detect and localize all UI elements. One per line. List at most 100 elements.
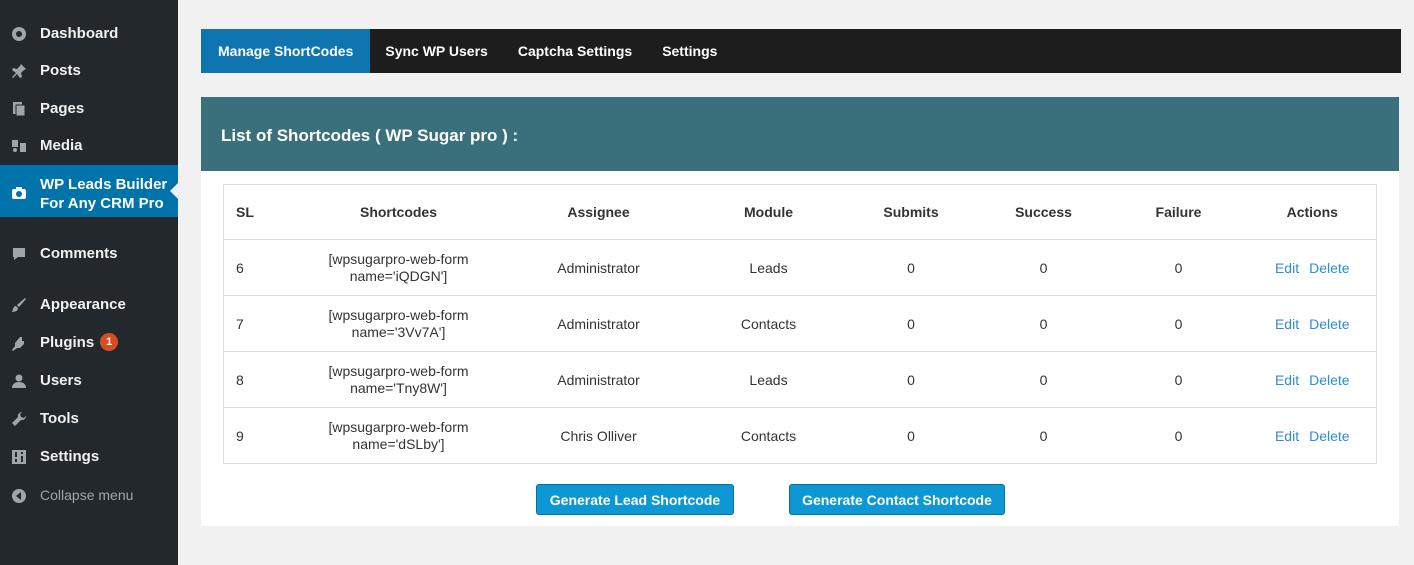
shortcode-line: name='Tny8W'] bbox=[350, 379, 447, 396]
row-module: Contacts bbox=[693, 295, 844, 352]
generate-lead-shortcode-button[interactable]: Generate Lead Shortcode bbox=[536, 484, 734, 515]
media-icon bbox=[9, 136, 29, 156]
edit-link[interactable]: Edit bbox=[1275, 260, 1299, 276]
row-actions: Edit Delete bbox=[1249, 408, 1377, 464]
tab-manage-shortcodes[interactable]: Manage ShortCodes bbox=[201, 29, 371, 73]
dashboard-icon bbox=[9, 24, 29, 44]
column-header-submits: Submits bbox=[843, 184, 979, 240]
panel-header: List of Shortcodes ( WP Sugar pro ) : bbox=[201, 97, 1399, 171]
column-header-success: Success bbox=[978, 184, 1109, 240]
row-module: Leads bbox=[693, 239, 844, 296]
row-sl: 8 bbox=[223, 351, 294, 408]
sidebar-item-wp-leads-builder[interactable]: WP Leads Builder For Any CRM Pro bbox=[0, 165, 178, 217]
brush-icon bbox=[9, 295, 29, 315]
sidebar-item-users[interactable]: Users bbox=[0, 371, 178, 391]
sidebar-item-settings[interactable]: Settings bbox=[0, 447, 178, 467]
row-assignee: Chris Olliver bbox=[560, 427, 637, 444]
edit-link[interactable]: Edit bbox=[1275, 428, 1299, 444]
shortcode-line: [wpsugarpro-web-form bbox=[328, 418, 469, 435]
pages-icon bbox=[9, 99, 29, 119]
shortcodes-table: SL Shortcodes Assignee Module Submits Su… bbox=[223, 184, 1377, 464]
shortcode-line: [wpsugarpro-web-form bbox=[328, 306, 469, 323]
column-header-shortcodes: Shortcodes bbox=[293, 184, 504, 240]
column-header-failure: Failure bbox=[1108, 184, 1249, 240]
sidebar-item-appearance[interactable]: Appearance bbox=[0, 295, 178, 315]
row-submits: 0 bbox=[843, 351, 979, 408]
row-failure: 0 bbox=[1174, 427, 1183, 444]
shortcode-line: name='3Vv7A'] bbox=[351, 323, 446, 340]
row-assignee: Administrator bbox=[503, 295, 694, 352]
sidebar-item-label: Settings bbox=[40, 448, 100, 465]
row-submits: 0 bbox=[843, 239, 979, 296]
sidebar-item-label: Media bbox=[40, 137, 83, 154]
shortcode-line: [wpsugarpro-web-form bbox=[328, 362, 469, 379]
sidebar-item-tools[interactable]: Tools bbox=[0, 409, 178, 429]
panel-body: SL Shortcodes Assignee Module Submits Su… bbox=[201, 171, 1399, 526]
shortcode-line: [wpsugarpro-web-form bbox=[328, 250, 469, 267]
table-row: 8 [wpsugarpro-web-form name='Tny8W'] Admi… bbox=[223, 351, 1377, 408]
delete-link[interactable]: Delete bbox=[1309, 260, 1349, 276]
sidebar-item-label: WP Leads Builder For Any CRM Pro bbox=[40, 176, 168, 212]
column-header-sl: SL bbox=[223, 184, 294, 240]
row-success: 0 bbox=[1039, 427, 1048, 444]
page-title: List of Shortcodes ( WP Sugar pro ) : bbox=[221, 126, 519, 145]
leads-builder-icon bbox=[9, 183, 29, 203]
row-success: 0 bbox=[978, 295, 1109, 352]
sidebar-item-media[interactable]: Media bbox=[0, 136, 178, 156]
delete-link[interactable]: Delete bbox=[1309, 372, 1349, 388]
plugin-icon bbox=[9, 333, 29, 353]
delete-link[interactable]: Delete bbox=[1309, 316, 1349, 332]
sidebar-item-label: Pages bbox=[40, 100, 85, 117]
wrench-icon bbox=[9, 409, 29, 429]
row-module: Contacts bbox=[740, 427, 797, 444]
row-failure: 0 bbox=[1108, 295, 1249, 352]
delete-link[interactable]: Delete bbox=[1309, 428, 1349, 444]
row-shortcode: [wpsugarpro-web-form name='Tny8W'] bbox=[293, 351, 504, 408]
plugin-tab-bar: Manage ShortCodes Sync WP Users Captcha … bbox=[201, 29, 1401, 73]
row-assignee: Administrator bbox=[503, 239, 694, 296]
sidebar-item-label: Dashboard bbox=[40, 25, 119, 42]
row-assignee: Administrator bbox=[503, 351, 694, 408]
tab-settings[interactable]: Settings bbox=[647, 29, 732, 73]
sidebar-item-label: Plugins bbox=[40, 334, 95, 351]
table-header-row: SL Shortcodes Assignee Module Submits Su… bbox=[223, 184, 1377, 240]
sidebar-item-label: Tools bbox=[40, 410, 79, 427]
sidebar-item-label: Appearance bbox=[40, 296, 126, 313]
row-sl: 9 bbox=[236, 427, 244, 444]
pin-icon bbox=[9, 61, 29, 81]
sidebar-item-label: Comments bbox=[40, 245, 118, 262]
row-failure: 0 bbox=[1108, 239, 1249, 296]
sidebar-item-label: Collapse menu bbox=[40, 487, 134, 503]
row-success: 0 bbox=[978, 239, 1109, 296]
row-shortcode: [wpsugarpro-web-form name='iQDGN'] bbox=[293, 239, 504, 296]
tab-sync-wp-users[interactable]: Sync WP Users bbox=[370, 29, 502, 73]
collapse-menu-button[interactable]: Collapse menu bbox=[0, 486, 178, 506]
table-row: 9 [wpsugarpro-web-form name='dSLby'] Chri… bbox=[224, 408, 1377, 464]
sidebar-item-pages[interactable]: Pages bbox=[0, 99, 178, 119]
row-actions: Edit Delete bbox=[1248, 351, 1377, 408]
shortcode-line: name='iQDGN'] bbox=[349, 267, 448, 284]
row-shortcode: [wpsugarpro-web-form name='dSLby'] bbox=[294, 408, 504, 464]
table-row: 7 [wpsugarpro-web-form name='3Vv7A'] Admi… bbox=[223, 295, 1377, 352]
admin-sidebar: Dashboard Posts Pages Media WP Leads Bui… bbox=[0, 0, 178, 565]
sidebar-item-posts[interactable]: Posts bbox=[0, 61, 178, 81]
sidebar-item-comments[interactable]: Comments bbox=[0, 244, 178, 264]
comment-icon bbox=[9, 244, 29, 264]
row-shortcode: [wpsugarpro-web-form name='3Vv7A'] bbox=[293, 295, 504, 352]
edit-link[interactable]: Edit bbox=[1275, 372, 1299, 388]
sidebar-item-plugins[interactable]: Plugins 1 bbox=[0, 333, 178, 353]
row-actions: Edit Delete bbox=[1248, 239, 1377, 296]
column-header-actions: Actions bbox=[1248, 184, 1377, 240]
row-failure: 0 bbox=[1108, 351, 1249, 408]
row-module: Leads bbox=[693, 351, 844, 408]
sidebar-item-dashboard[interactable]: Dashboard bbox=[0, 24, 178, 44]
generate-contact-shortcode-button[interactable]: Generate Contact Shortcode bbox=[789, 484, 1005, 515]
edit-link[interactable]: Edit bbox=[1275, 316, 1299, 332]
settings-icon bbox=[9, 447, 29, 467]
table-row: 6 [wpsugarpro-web-form name='iQDGN'] Admi… bbox=[223, 239, 1377, 296]
update-count-badge: 1 bbox=[100, 333, 119, 351]
row-submits: 0 bbox=[907, 427, 915, 444]
tab-captcha-settings[interactable]: Captcha Settings bbox=[503, 29, 647, 73]
column-header-assignee: Assignee bbox=[503, 184, 694, 240]
row-sl: 6 bbox=[223, 239, 294, 296]
